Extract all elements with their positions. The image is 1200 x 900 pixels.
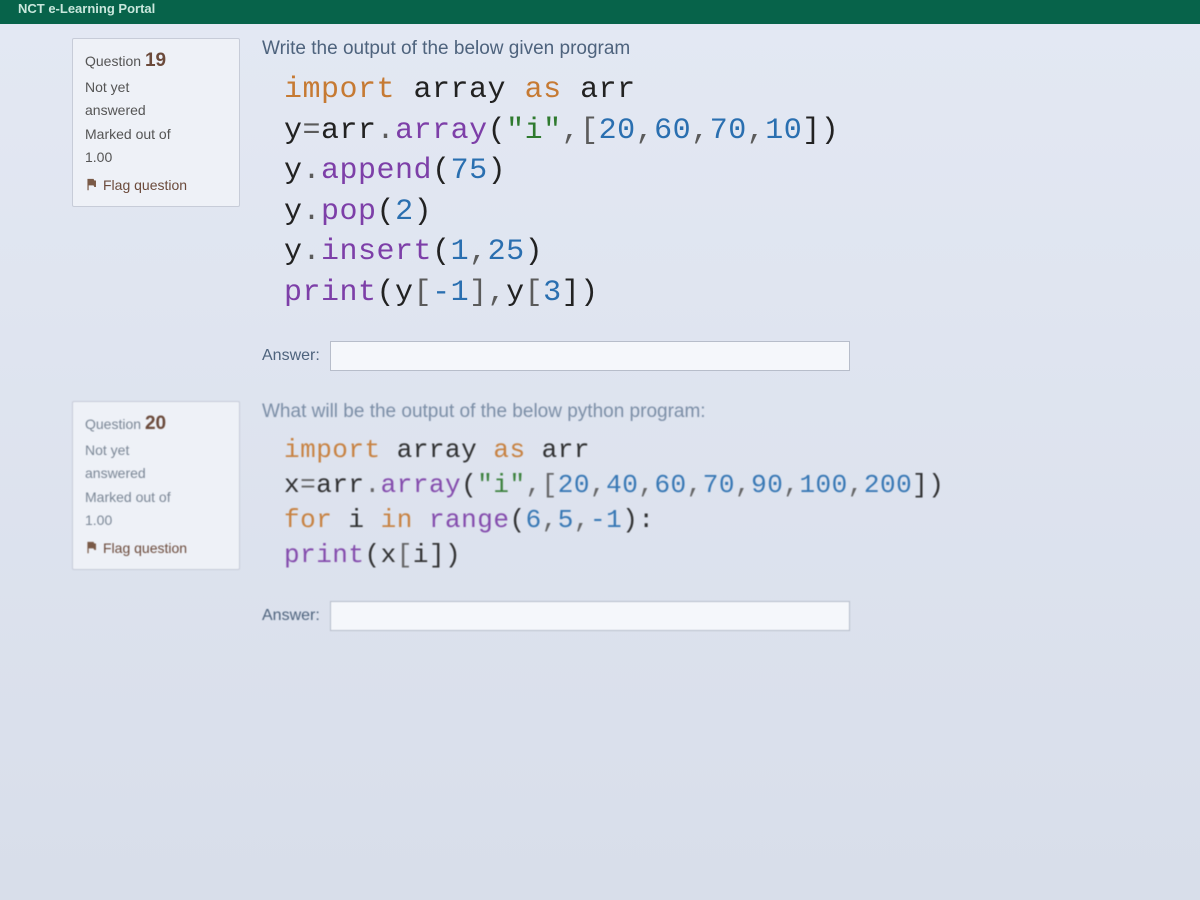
- code-block: import array as arry=arr.array("i",[20,6…: [284, 70, 1144, 313]
- topbar-title: NCT e-Learning Portal: [18, 1, 155, 16]
- question-label: Question 19: [85, 49, 227, 73]
- quiz-page: Question 19 Not yet answered Marked out …: [0, 24, 1200, 900]
- flag-question-link[interactable]: Flag question: [85, 177, 187, 193]
- code-block: import array as arrx=arr.array("i",[20,4…: [284, 433, 1144, 573]
- answer-label: Answer:: [262, 347, 320, 365]
- answer-input[interactable]: [330, 341, 850, 371]
- answer-input[interactable]: [330, 601, 850, 631]
- marked-value: 1.00: [85, 149, 227, 167]
- topbar: NCT e-Learning Portal: [0, 0, 1200, 24]
- answer-row: Answer:: [262, 601, 1144, 631]
- question-info-panel: Question 19 Not yet answered Marked out …: [72, 38, 240, 207]
- marked-line: Marked out of: [85, 489, 227, 507]
- question-block-20: Question 20 Not yet answered Marked out …: [72, 401, 1144, 631]
- status-line: answered: [85, 465, 227, 483]
- question-prompt: What will be the output of the below pyt…: [262, 401, 1144, 423]
- question-text-area: Write the output of the below given prog…: [262, 38, 1144, 371]
- status-line: Not yet: [85, 79, 227, 97]
- question-number: 20: [145, 413, 166, 434]
- status-line: answered: [85, 102, 227, 120]
- flag-question-link[interactable]: Flag question: [85, 540, 187, 556]
- flag-icon: [85, 178, 98, 191]
- status-line: Not yet: [85, 442, 227, 460]
- answer-label: Answer:: [262, 607, 320, 625]
- question-block-19: Question 19 Not yet answered Marked out …: [72, 38, 1144, 371]
- question-number: 19: [145, 50, 166, 71]
- question-text-area: What will be the output of the below pyt…: [262, 401, 1144, 631]
- flag-icon: [85, 541, 98, 554]
- answer-row: Answer:: [262, 341, 1144, 371]
- marked-line: Marked out of: [85, 126, 227, 144]
- question-prompt: Write the output of the below given prog…: [262, 38, 1144, 60]
- question-label: Question 20: [85, 412, 227, 436]
- marked-value: 1.00: [85, 512, 227, 530]
- question-info-panel: Question 20 Not yet answered Marked out …: [72, 401, 240, 570]
